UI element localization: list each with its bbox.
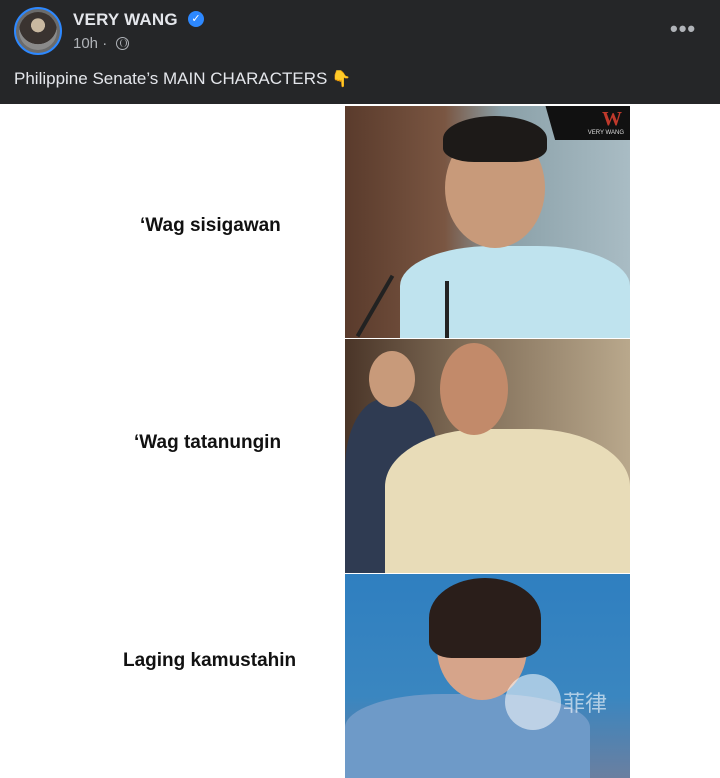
meme-photo-2 <box>345 339 630 573</box>
author-name[interactable]: VERY WANG <box>73 10 178 30</box>
channel-logo: W VERY WANG <box>545 106 630 140</box>
logo-subtitle: VERY WANG <box>587 130 624 136</box>
avatar-image <box>19 12 57 50</box>
caption-text: Philippine Senate’s MAIN CHARACTERS <box>14 69 328 88</box>
meta-separator: · <box>102 35 108 52</box>
author-avatar[interactable] <box>14 7 62 55</box>
more-options-icon[interactable]: ••• <box>670 16 696 42</box>
meme-photo-3: 菲律 <box>345 574 630 778</box>
hair-shape <box>429 578 541 658</box>
globe-icon[interactable] <box>116 37 129 50</box>
shirt-shape <box>400 246 630 338</box>
microphone-shape <box>355 274 395 338</box>
head-shape <box>440 343 508 435</box>
watermark-text: 菲律 <box>563 692 608 717</box>
post-caption: Philippine Senate’s MAIN CHARACTERS 👇 <box>14 69 351 89</box>
background-head <box>369 351 415 407</box>
meme-photo-1: W VERY WANG <box>345 106 630 338</box>
watermark-icon <box>505 674 561 730</box>
microphone-shape <box>445 281 449 338</box>
meme-row-1-text: ‘Wag sisigawan <box>140 215 281 236</box>
meme-image[interactable]: ‘Wag sisigawan ‘Wag tatanungin Laging ka… <box>0 104 720 778</box>
logo-mark: W <box>602 108 622 130</box>
pointing-down-emoji-icon: 👇 <box>331 69 352 88</box>
hair-shape <box>443 116 547 162</box>
meme-row-2-text: ‘Wag tatanungin <box>134 432 282 453</box>
post-time[interactable]: 10h <box>73 35 98 52</box>
post-header: VERY WANG ✓ 10h · ••• Philippine Senate’… <box>0 0 720 104</box>
barong-shape <box>385 429 630 573</box>
post-meta: 10h · <box>73 35 107 52</box>
meme-row-3-text: Laging kamustahin <box>123 650 297 671</box>
verified-badge-icon: ✓ <box>188 11 204 27</box>
